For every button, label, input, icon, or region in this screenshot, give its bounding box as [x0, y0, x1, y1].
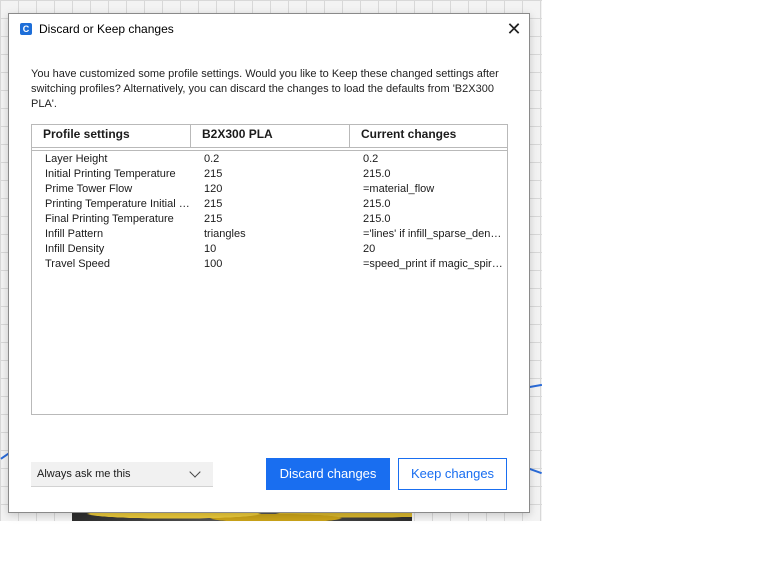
setting-name: Printing Temperature Initial Layer	[45, 198, 191, 210]
profile-value: 100	[204, 258, 223, 270]
profile-value: 0.2	[204, 153, 220, 165]
table-row[interactable]: Layer Height 0.2 0.2	[32, 152, 507, 167]
cura-app-icon: C	[20, 23, 32, 35]
setting-name: Prime Tower Flow	[45, 183, 133, 195]
profile-value: 120	[204, 183, 223, 195]
current-value: =material_flow	[363, 183, 435, 195]
header-divider	[32, 148, 507, 151]
current-value: 215.0	[363, 168, 391, 180]
table-row[interactable]: Printing Temperature Initial Layer 215 2…	[32, 197, 507, 212]
current-value: 20	[363, 243, 376, 255]
chevron-down-icon	[189, 466, 201, 478]
dialog-title: Discard or Keep changes	[39, 22, 174, 36]
table-row[interactable]: Infill Pattern triangles ='lines' if inf…	[32, 227, 507, 242]
discard-or-keep-dialog: C Discard or Keep changes ✕ You have cus…	[8, 13, 530, 513]
keep-changes-button[interactable]: Keep changes	[398, 458, 507, 490]
close-icon[interactable]: ✕	[505, 20, 523, 38]
dropdown-value: Always ask me this	[37, 468, 131, 480]
profile-value: 10	[204, 243, 217, 255]
remember-choice-dropdown[interactable]: Always ask me this	[31, 462, 213, 487]
profile-value: 215	[204, 213, 223, 225]
profile-value: 215	[204, 168, 223, 180]
table-header: Profile settings B2X300 PLA Current chan…	[32, 125, 507, 150]
table-body: Layer Height 0.2 0.2 Initial Printing Te…	[32, 152, 507, 272]
current-value: 215.0	[363, 213, 391, 225]
discard-changes-button[interactable]: Discard changes	[266, 458, 390, 490]
dialog-message: You have customized some profile setting…	[31, 68, 499, 110]
current-value: ='lines' if infill_sparse_density > 25 e…	[363, 228, 506, 240]
current-value: =speed_print if magic_spiralize else 150	[363, 258, 506, 270]
column-header-current-changes[interactable]: Current changes	[349, 125, 507, 148]
column-header-profile[interactable]: B2X300 PLA	[190, 125, 350, 148]
profile-value: 215	[204, 198, 223, 210]
setting-name: Travel Speed	[45, 258, 111, 270]
setting-name: Initial Printing Temperature	[45, 168, 176, 180]
table-row[interactable]: Infill Density 10 20	[32, 242, 507, 257]
table-row[interactable]: Initial Printing Temperature 215 215.0	[32, 167, 507, 182]
setting-name: Final Printing Temperature	[45, 213, 174, 225]
current-value: 0.2	[363, 153, 379, 165]
setting-name: Infill Pattern	[45, 228, 104, 240]
current-value: 215.0	[363, 198, 391, 210]
column-header-profile-settings[interactable]: Profile settings	[32, 125, 191, 148]
changes-table: Profile settings B2X300 PLA Current chan…	[31, 124, 508, 415]
setting-name: Infill Density	[45, 243, 105, 255]
table-row[interactable]: Final Printing Temperature 215 215.0	[32, 212, 507, 227]
table-row[interactable]: Prime Tower Flow 120 =material_flow	[32, 182, 507, 197]
profile-value: triangles	[204, 228, 246, 240]
setting-name: Layer Height	[45, 153, 108, 165]
table-row[interactable]: Travel Speed 100 =speed_print if magic_s…	[32, 257, 507, 272]
dialog-titlebar: C Discard or Keep changes ✕	[9, 14, 529, 44]
